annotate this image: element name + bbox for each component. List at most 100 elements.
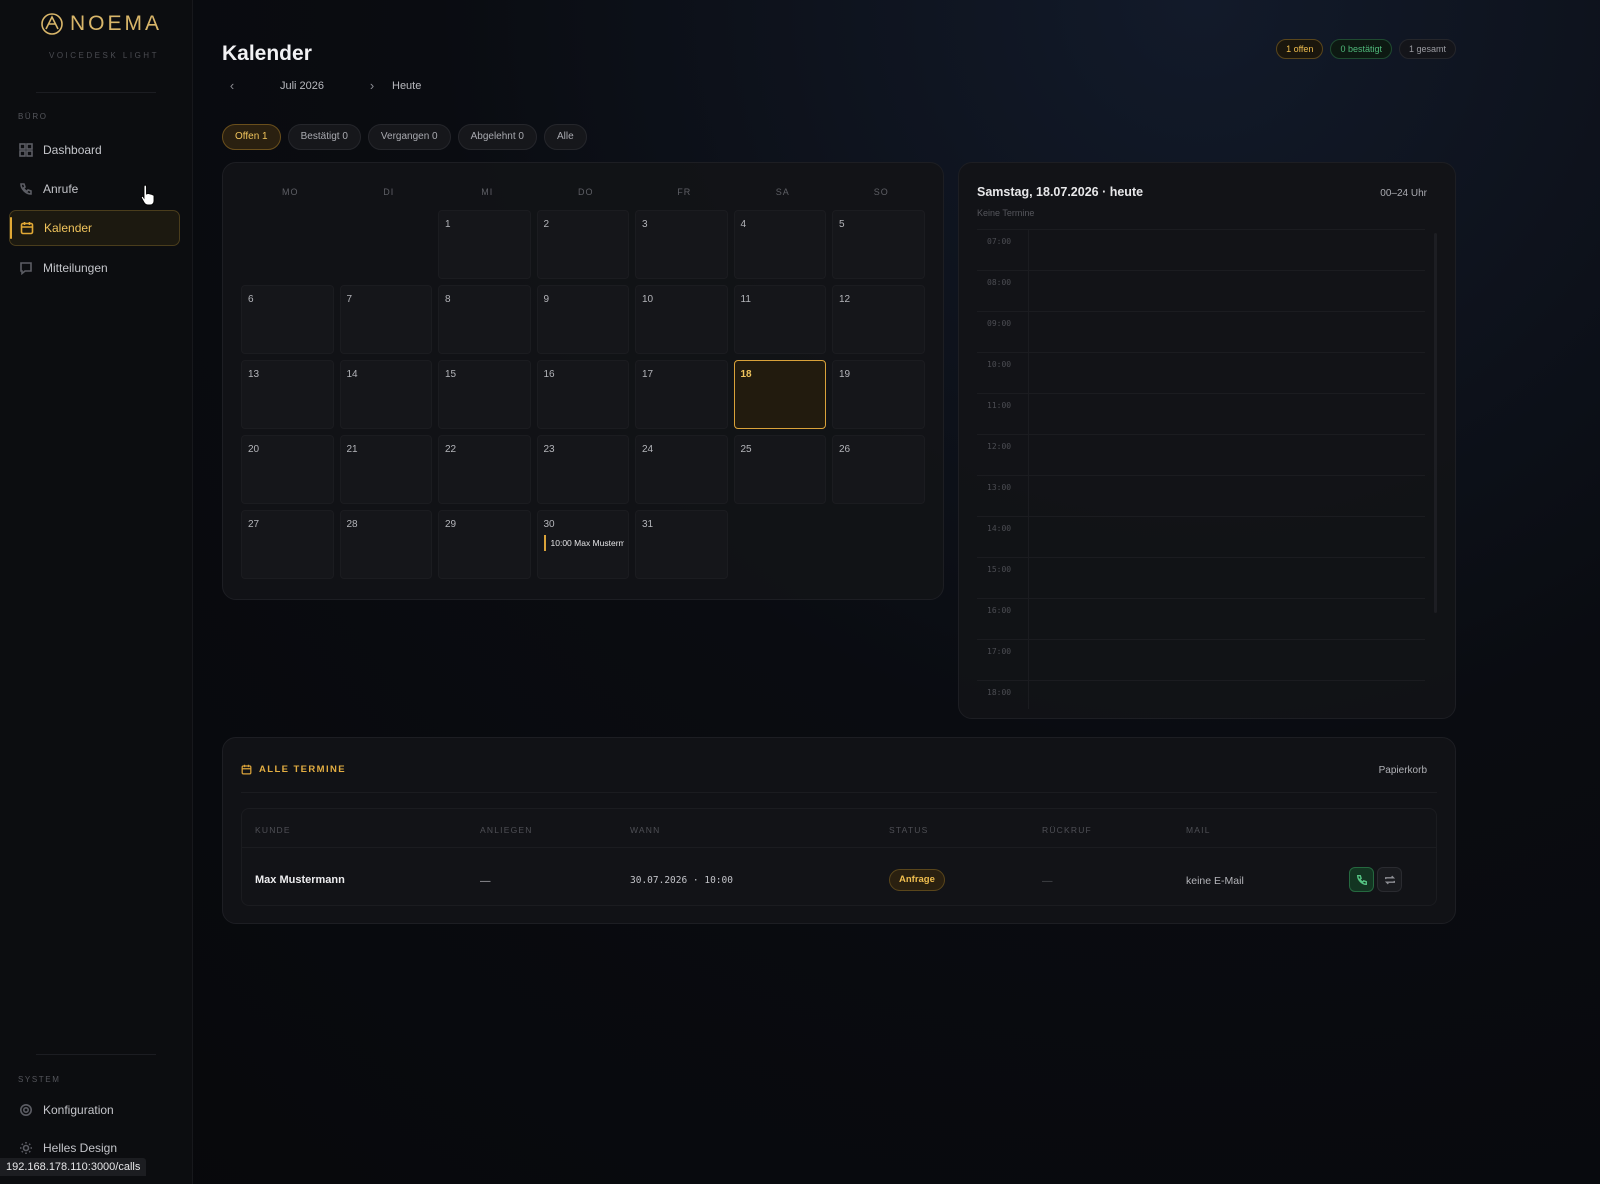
sidebar-section-system: SYSTEM	[18, 1075, 61, 1084]
weekday-label: FR	[677, 187, 692, 197]
day-number: 13	[248, 369, 260, 380]
calendar-day[interactable]: 20	[241, 435, 334, 504]
day-number: 25	[740, 444, 752, 455]
day-view-title: Samstag, 18.07.2026 · heute	[977, 185, 1144, 199]
reschedule-button[interactable]	[1377, 867, 1402, 892]
calendar-day[interactable]: 9	[536, 285, 629, 354]
calendar-day[interactable]: 19	[832, 360, 925, 429]
call-button[interactable]	[1349, 867, 1374, 892]
brand-logo[interactable]: NOEMA	[40, 12, 162, 36]
timeline-hour-row[interactable]: 12:00	[977, 434, 1425, 475]
calendar-day[interactable]: 14	[339, 360, 432, 429]
stat-total-badge: 1 gesamt	[1398, 39, 1456, 59]
day-number: 16	[543, 369, 555, 380]
next-month-button[interactable]: ›	[362, 78, 382, 93]
calendar-day-today[interactable]: 18	[733, 360, 826, 429]
day-number: 28	[346, 519, 358, 530]
calendar-day[interactable]: 10	[635, 285, 728, 354]
day-number: 20	[248, 444, 260, 455]
timeline-scrollbar[interactable]	[1434, 233, 1437, 613]
cell-concern: —	[480, 875, 491, 887]
weekday-header: MO DI MI DO FR SA SO	[241, 187, 931, 197]
day-number: 29	[445, 519, 457, 530]
sidebar-item-kalender[interactable]: Kalender	[9, 210, 180, 246]
calendar-day[interactable]: 11	[733, 285, 826, 354]
sidebar-item-label: Mitteilungen	[43, 261, 108, 275]
filter-all[interactable]: Alle	[544, 124, 587, 150]
calendar-day[interactable]: 3	[635, 210, 728, 279]
calendar-icon	[20, 222, 34, 235]
calendar-day[interactable]: 4	[733, 210, 826, 279]
today-button[interactable]: Heute	[392, 80, 421, 92]
calendar-day[interactable]: 6	[241, 285, 334, 354]
appointments-table: KUNDE ANLIEGEN WANN STATUS RÜCKRUF MAIL …	[241, 808, 1437, 906]
calendar-day[interactable]: 13	[241, 360, 334, 429]
calendar-day[interactable]: 25	[733, 435, 826, 504]
appointments-title: ALLE TERMINE	[259, 764, 346, 775]
day-number: 12	[839, 294, 851, 305]
filter-rejected[interactable]: Abgelehnt 0	[457, 124, 537, 150]
day-number: 4	[740, 219, 747, 230]
day-number: 19	[839, 369, 851, 380]
prev-month-button[interactable]: ‹	[222, 78, 242, 93]
hour-label: 08:00	[977, 271, 1029, 311]
calendar-day[interactable]: 12	[832, 285, 925, 354]
calendar-day[interactable]: 8	[438, 285, 531, 354]
timeline-hour-row[interactable]: 11:00	[977, 393, 1425, 434]
grid-icon	[19, 143, 33, 157]
calendar-day[interactable]: 29	[438, 510, 531, 579]
timeline-hour-row[interactable]: 17:00	[977, 639, 1425, 680]
day-number: 2	[543, 219, 550, 230]
sidebar-item-dashboard[interactable]: Dashboard	[9, 132, 180, 168]
timeline-hour-row[interactable]: 16:00	[977, 598, 1425, 639]
day-timeline[interactable]: 07:00 08:00 09:00 10:00 11:00 12:00 13:00 14:00…	[977, 229, 1425, 709]
day-number: 8	[445, 294, 451, 305]
day-view-range: 00–24 Uhr	[1380, 188, 1427, 199]
timeline-hour-row[interactable]: 09:00	[977, 311, 1425, 352]
calendar-empty-cell	[340, 210, 433, 279]
calendar-day[interactable]: 30 10:00 Max Mustermann	[536, 510, 629, 579]
calendar-day[interactable]: 17	[635, 360, 728, 429]
calendar-day[interactable]: 5	[832, 210, 925, 279]
timeline-hour-row[interactable]: 15:00	[977, 557, 1425, 598]
calendar-day[interactable]: 26	[832, 435, 925, 504]
calendar-day[interactable]: 27	[241, 510, 334, 579]
calendar-day[interactable]: 22	[438, 435, 531, 504]
filter-open[interactable]: Offen 1	[222, 124, 281, 150]
timeline-hour-row[interactable]: 13:00	[977, 475, 1425, 516]
gear-icon	[20, 1104, 32, 1116]
timeline-hour-row[interactable]: 18:00	[977, 680, 1425, 709]
day-number: 22	[445, 444, 457, 455]
sidebar-section-office: BÜRO	[18, 112, 48, 121]
sidebar-item-konfiguration[interactable]: Konfiguration	[9, 1092, 180, 1128]
current-month-label: Juli 2026	[279, 79, 325, 92]
sidebar-item-label: Konfiguration	[43, 1103, 114, 1117]
calendar-day[interactable]: 31	[635, 510, 728, 579]
filter-chips: Offen 1 Bestätigt 0 Vergangen 0 Abgelehn…	[222, 124, 587, 150]
calendar-day[interactable]: 7	[339, 285, 432, 354]
calendar-event[interactable]: 10:00 Max Mustermann	[543, 535, 624, 551]
day-number: 15	[445, 369, 457, 380]
timeline-hour-row[interactable]: 07:00	[977, 229, 1425, 270]
day-number: 23	[543, 444, 555, 455]
timeline-hour-row[interactable]: 10:00	[977, 352, 1425, 393]
timeline-hour-row[interactable]: 08:00	[977, 270, 1425, 311]
month-navigation: ‹ Juli 2026 › Heute	[222, 78, 422, 93]
calendar-day[interactable]: 24	[635, 435, 728, 504]
calendar-day[interactable]: 21	[339, 435, 432, 504]
column-header-status: STATUS	[889, 825, 929, 835]
sidebar-divider	[36, 1054, 156, 1055]
calendar-day[interactable]: 23	[536, 435, 629, 504]
brand-subtitle: VOICEDESK LIGHT	[49, 51, 159, 60]
timeline-hour-row[interactable]: 14:00	[977, 516, 1425, 557]
filter-past[interactable]: Vergangen 0	[367, 124, 451, 150]
calendar-day[interactable]: 2	[536, 210, 629, 279]
calendar-day[interactable]: 28	[339, 510, 432, 579]
filter-confirmed[interactable]: Bestätigt 0	[287, 124, 361, 150]
calendar-day[interactable]: 15	[438, 360, 531, 429]
sidebar-item-mitteilungen[interactable]: Mitteilungen	[9, 250, 180, 286]
day-number: 21	[346, 444, 358, 455]
trash-button[interactable]: Papierkorb	[1379, 765, 1427, 776]
calendar-day[interactable]: 16	[536, 360, 629, 429]
calendar-day[interactable]: 1	[438, 210, 531, 279]
